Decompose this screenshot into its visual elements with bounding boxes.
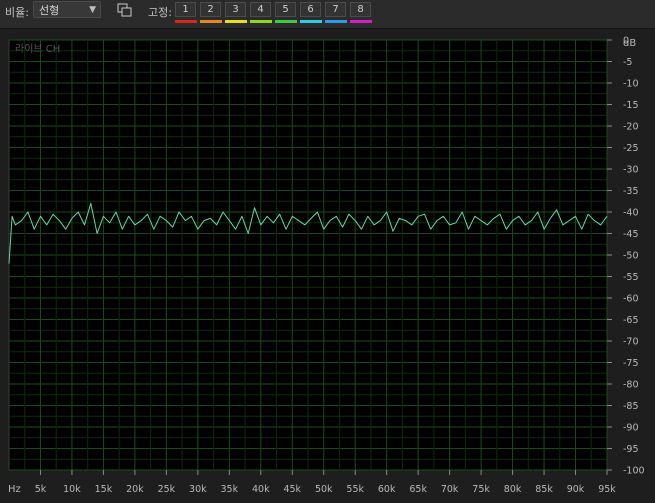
x-tick-label: 30k [189,484,207,495]
x-tick-label: 85k [535,484,553,495]
x-tick-label: 20k [126,484,144,495]
y-tick-label: -10 [623,79,639,90]
y-tick-label: -65 [623,315,639,326]
pin-color-3 [225,20,247,23]
y-tick-label: -75 [623,358,639,369]
y-unit-label: dB [623,38,636,49]
y-tick-label: -20 [623,122,639,133]
y-tick-label: -35 [623,186,639,197]
x-tick-label: 90k [567,484,585,495]
pin-color-1 [175,20,197,23]
pin-color-8 [350,20,372,23]
scale-select-value: 선형 [39,4,60,17]
x-tick-label: 95k [598,484,616,495]
pin-color-4 [250,20,272,23]
grid [9,39,608,471]
y-tick-label: -15 [623,100,639,111]
x-tick-label: 70k [441,484,459,495]
x-tick-label: 55k [346,484,364,495]
spectrum-toolbar: 비율: 선형 ▼ 고정: 1 2 3 4 5 6 7 8 [0,0,655,29]
x-tick-label: 50k [315,484,333,495]
y-tick-label: -90 [623,423,639,434]
scale-select[interactable]: 선형 ▼ [33,1,101,18]
pin-button-6[interactable]: 6 [300,2,321,17]
pin-button-2[interactable]: 2 [200,2,221,17]
y-tick-label: -60 [623,294,639,305]
y-tick-label: -100 [623,466,645,477]
y-tick-label: -50 [623,251,639,262]
pin-label: 고정: [148,6,172,19]
x-tick-label: 75k [472,484,490,495]
pin-button-8[interactable]: 8 [350,2,371,17]
spectrum-panel: 라이브 CH 0 -5 -10 -15 -20 -25 -30 -35 -40 -45 -50 -55… [0,32,655,500]
pin-color-7 [325,20,347,23]
y-tick-label: -40 [623,208,639,219]
x-tick-label: 80k [504,484,522,495]
pin-color-2 [200,20,222,23]
x-tick-label: 60k [378,484,396,495]
y-tick-label: -25 [623,143,639,154]
chart-title: 라이브 CH [15,43,60,55]
frequency-analysis-chart[interactable]: 라이브 CH 0-5-10-15-20-25-30-35-40-45-50-55… [0,32,655,500]
x-tick-label: 65k [409,484,427,495]
x-tick-label: 15k [95,484,113,495]
y-tick-label: -55 [623,272,639,283]
y-tick-label: -30 [623,165,639,176]
x-tick-label: 35k [221,484,239,495]
y-tick-label: -45 [623,229,639,240]
copy-icon[interactable] [117,3,133,17]
x-unit-label: Hz [8,484,21,495]
x-tick-label: 40k [252,484,270,495]
pin-button-1[interactable]: 1 [175,2,196,17]
pin-button-3[interactable]: 3 [225,2,246,17]
y-tick-label: -80 [623,380,639,391]
pin-button-5[interactable]: 5 [275,2,296,17]
pin-button-7[interactable]: 7 [325,2,346,17]
y-tick-label: -70 [623,337,639,348]
x-tick-label: 10k [63,484,81,495]
x-tick-label: 45k [283,484,301,495]
chevron-down-icon: ▼ [89,5,96,15]
x-tick-label: 5k [35,484,47,495]
y-tick-label: -5 [623,57,632,68]
scale-label: 비율: [5,6,29,19]
pin-color-6 [300,20,322,23]
y-tick-label: -85 [623,401,639,412]
x-tick-label: 25k [158,484,176,495]
y-tick-label: -95 [623,444,639,455]
pin-color-5 [275,20,297,23]
pin-button-4[interactable]: 4 [250,2,271,17]
